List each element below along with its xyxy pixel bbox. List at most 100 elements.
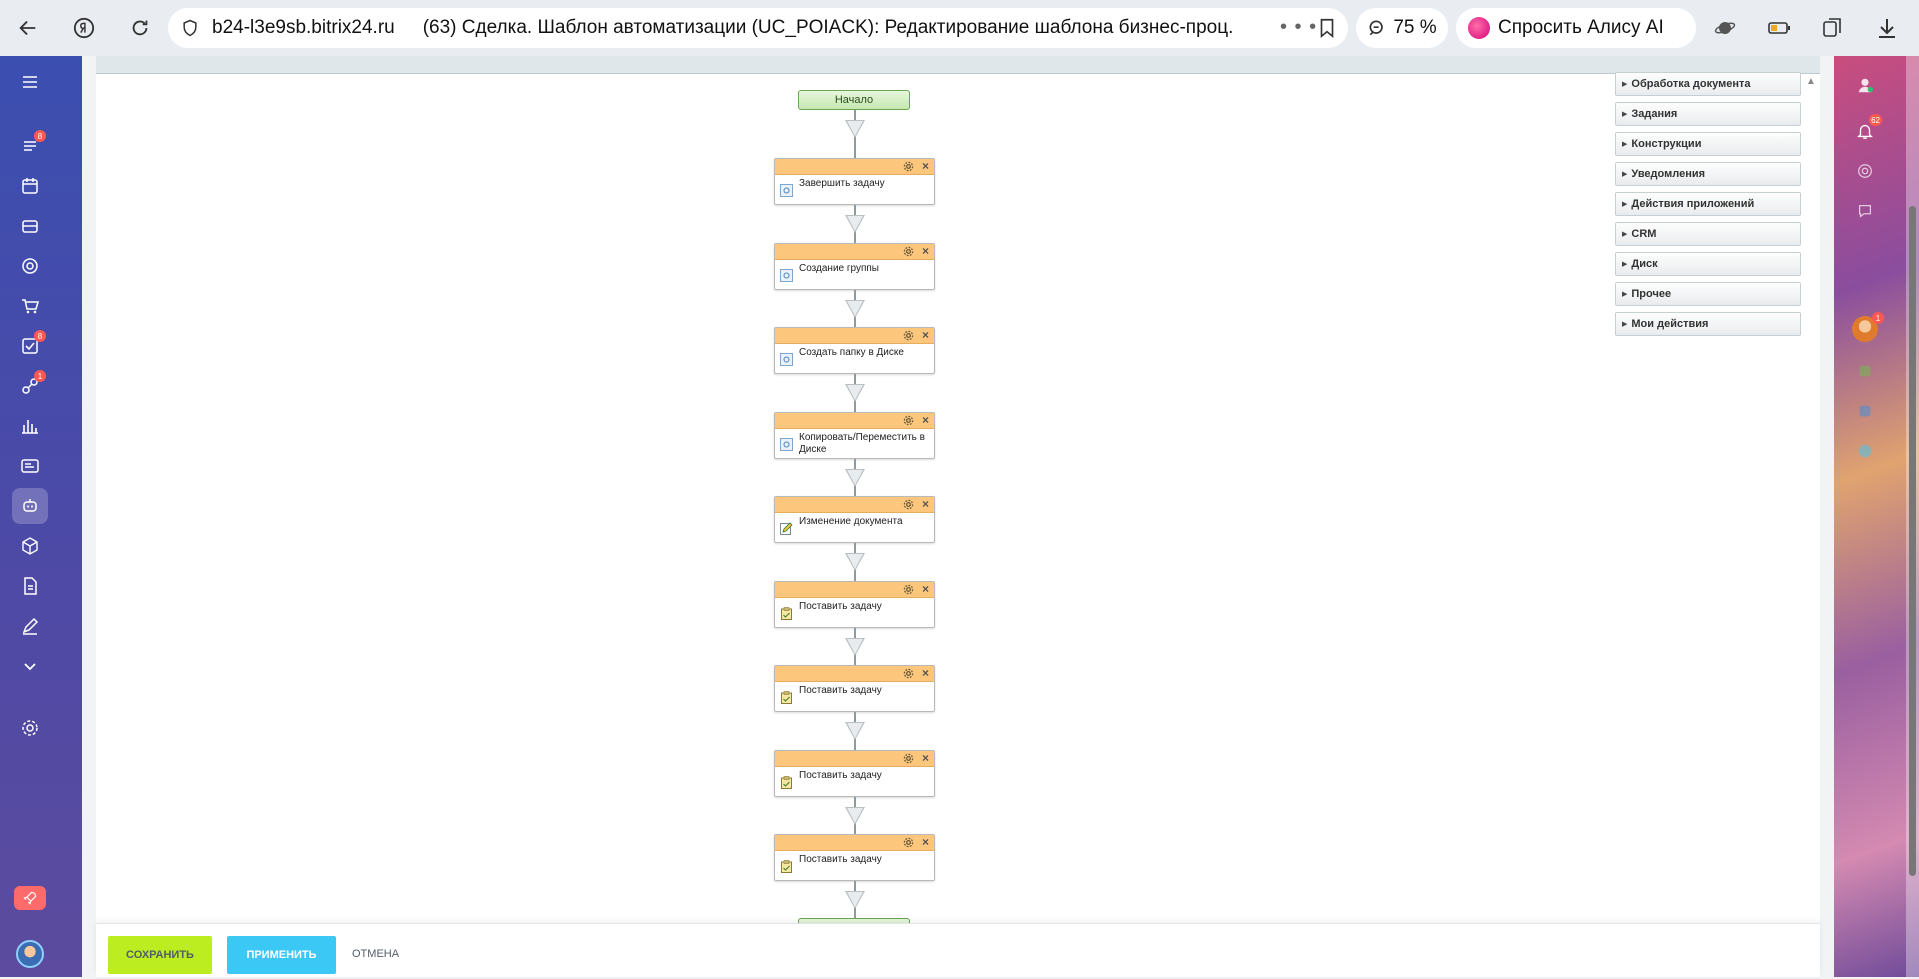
workflow-activity[interactable]: × Копировать/Переместить в Диске bbox=[774, 412, 935, 459]
right-panel-item-1[interactable] bbox=[1850, 356, 1880, 386]
save-button[interactable]: СОХРАНИТЬ bbox=[108, 936, 212, 974]
sidebar-item-automation[interactable]: 1 bbox=[12, 368, 48, 404]
flow-arrow[interactable] bbox=[845, 553, 865, 571]
close-icon[interactable]: × bbox=[922, 835, 929, 849]
battery-button[interactable] bbox=[1759, 8, 1799, 48]
flow-arrow[interactable] bbox=[845, 469, 865, 487]
notifications-button[interactable]: 62 bbox=[1850, 114, 1882, 146]
calendar-icon bbox=[22, 178, 38, 194]
apply-button[interactable]: ПРИМЕНИТЬ bbox=[227, 936, 336, 974]
gear-icon[interactable] bbox=[903, 330, 914, 341]
toolbox-group[interactable]: ▶ Уведомления bbox=[1615, 162, 1801, 186]
page-scrollbar[interactable] bbox=[1906, 56, 1919, 977]
flow-arrow[interactable] bbox=[845, 638, 865, 656]
close-icon[interactable]: × bbox=[922, 497, 929, 511]
gear-icon[interactable] bbox=[903, 246, 914, 257]
workflow-activity[interactable]: × Поставить задачу bbox=[774, 665, 935, 712]
page-scrollbar-thumb[interactable] bbox=[1909, 206, 1916, 876]
sidebar-settings-button[interactable] bbox=[12, 710, 48, 746]
triangle-right-icon: ▶ bbox=[1622, 261, 1628, 268]
workflow-activity[interactable]: × Поставить задачу bbox=[774, 834, 935, 881]
download-button[interactable] bbox=[1867, 8, 1907, 48]
flow-arrow[interactable] bbox=[845, 722, 865, 740]
gear-icon[interactable] bbox=[903, 753, 914, 764]
cancel-button[interactable]: ОТМЕНА bbox=[352, 948, 399, 960]
flow-arrow[interactable] bbox=[845, 215, 865, 233]
reload-button[interactable] bbox=[120, 8, 160, 48]
close-icon[interactable]: × bbox=[922, 582, 929, 596]
sidebar-more-button[interactable] bbox=[12, 648, 48, 684]
more-dots-icon[interactable]: • • • bbox=[1280, 16, 1317, 39]
toolbox-group[interactable]: ▶ Действия приложений bbox=[1615, 192, 1801, 216]
rocket-button[interactable] bbox=[14, 886, 46, 910]
planet-button[interactable] bbox=[1705, 8, 1745, 48]
reload-icon bbox=[132, 20, 148, 36]
toolbox-group[interactable]: ▶ CRM bbox=[1615, 222, 1801, 246]
toolbox-group[interactable]: ▶ Обработка документа bbox=[1615, 72, 1801, 96]
sidebar-item-catalog[interactable] bbox=[12, 528, 48, 564]
sidebar-item-drive[interactable] bbox=[12, 208, 48, 244]
address-domain: b24-l3e9sb.bitrix24.ru bbox=[212, 17, 395, 38]
close-icon[interactable]: × bbox=[922, 328, 929, 342]
sidebar-item-sign[interactable] bbox=[12, 608, 48, 644]
flow-arrow[interactable] bbox=[845, 891, 865, 909]
tabs-button[interactable] bbox=[1813, 8, 1853, 48]
bookmark-icon[interactable] bbox=[1316, 17, 1338, 39]
battery-icon bbox=[1768, 22, 1790, 34]
flow-arrow[interactable] bbox=[845, 120, 865, 138]
sidebar-item-robots[interactable] bbox=[12, 488, 48, 524]
zoom-indicator[interactable]: 75 % bbox=[1356, 8, 1448, 48]
triangle-right-icon: ▶ bbox=[1622, 321, 1628, 328]
copilot-button[interactable] bbox=[1850, 156, 1880, 186]
sidebar-item-tasks[interactable]: 8 bbox=[12, 328, 48, 364]
menu-button[interactable] bbox=[12, 64, 48, 100]
close-icon[interactable]: × bbox=[922, 159, 929, 173]
workflow-activity[interactable]: × Создание группы bbox=[774, 243, 935, 290]
activity-header: × bbox=[775, 751, 934, 767]
activity-body: Поставить задачу bbox=[775, 682, 934, 712]
close-icon[interactable]: × bbox=[922, 244, 929, 258]
gear-icon[interactable] bbox=[903, 415, 914, 426]
yandex-button[interactable] bbox=[64, 8, 104, 48]
gear-icon[interactable] bbox=[903, 161, 914, 172]
sidebar-item-feed[interactable]: 8 bbox=[12, 128, 48, 164]
gear-icon[interactable] bbox=[903, 668, 914, 679]
sidebar-item-calendar[interactable] bbox=[12, 168, 48, 204]
toolbox-group[interactable]: ▶ Конструкции bbox=[1615, 132, 1801, 156]
flow-arrow[interactable] bbox=[845, 300, 865, 318]
sidebar-item-shop[interactable] bbox=[12, 288, 48, 324]
toolbox-scroll-up[interactable]: ▲ bbox=[1806, 76, 1816, 87]
address-bar[interactable]: b24-l3e9sb.bitrix24.ru (63) Сделка. Шабл… bbox=[168, 8, 1348, 48]
sidebar-item-documents[interactable] bbox=[12, 568, 48, 604]
workflow-activity[interactable]: × Изменение документа bbox=[774, 496, 935, 543]
close-icon[interactable]: × bbox=[922, 413, 929, 427]
right-panel-item-2[interactable] bbox=[1850, 396, 1880, 426]
workflow-activity[interactable]: × Поставить задачу bbox=[774, 581, 935, 628]
gear-icon[interactable] bbox=[903, 499, 914, 510]
toolbox-group[interactable]: ▶ Задания bbox=[1615, 102, 1801, 126]
gear-icon[interactable] bbox=[903, 584, 914, 595]
box-icon bbox=[22, 537, 38, 555]
back-button[interactable] bbox=[8, 8, 48, 48]
alice-button[interactable]: Спросить Алису AI bbox=[1456, 8, 1696, 48]
toolbox-group[interactable]: ▶ Мои действия bbox=[1615, 312, 1801, 336]
workflow-activity[interactable]: × Создать папку в Диске bbox=[774, 327, 935, 374]
contact-avatar[interactable]: 1 bbox=[1852, 312, 1884, 342]
user-avatar[interactable] bbox=[16, 940, 44, 968]
sidebar-item-sites[interactable] bbox=[12, 448, 48, 484]
activity-label: Поставить задачу bbox=[799, 854, 882, 865]
sidebar-item-crm[interactable] bbox=[12, 248, 48, 284]
sidebar-item-analytics[interactable] bbox=[12, 408, 48, 444]
workflow-activity[interactable]: × Поставить задачу bbox=[774, 750, 935, 797]
toolbox-group[interactable]: ▶ Диск bbox=[1615, 252, 1801, 276]
right-panel-item-3[interactable] bbox=[1850, 436, 1880, 466]
toolbox-group[interactable]: ▶ Прочее bbox=[1615, 282, 1801, 306]
chat-button[interactable] bbox=[1850, 196, 1880, 226]
user-status-button[interactable] bbox=[1850, 70, 1880, 100]
close-icon[interactable]: × bbox=[922, 666, 929, 680]
workflow-activity[interactable]: × Завершить задачу bbox=[774, 158, 935, 205]
close-icon[interactable]: × bbox=[922, 751, 929, 765]
flow-arrow[interactable] bbox=[845, 807, 865, 825]
gear-icon[interactable] bbox=[903, 837, 914, 848]
flow-arrow[interactable] bbox=[845, 384, 865, 402]
